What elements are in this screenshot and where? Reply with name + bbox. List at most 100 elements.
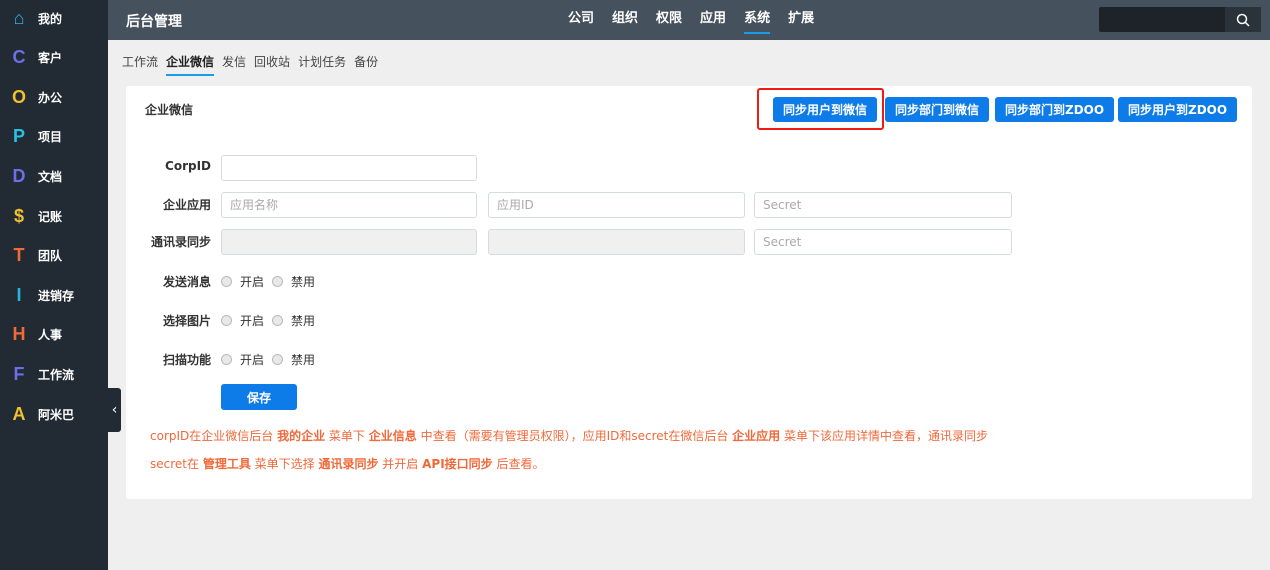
radio-disable[interactable]: 禁用: [272, 312, 315, 329]
help-note-line-2: secret在 管理工具 菜单下选择 通讯录同步 并开启 API接口同步 后查看…: [150, 455, 545, 472]
note-text: 并开启: [378, 457, 423, 471]
radio-label: 开启: [240, 353, 265, 367]
radio-label: 开启: [240, 314, 265, 328]
sub-nav-tab[interactable]: 回收站: [254, 53, 290, 76]
sidebar-item-label: 我的: [38, 11, 63, 26]
sub-nav-tab[interactable]: 企业微信: [166, 53, 215, 76]
corpid-label: CorpID: [165, 159, 211, 173]
sidebar-icon: C: [12, 47, 26, 68]
sidebar-item-label: 项目: [38, 130, 63, 145]
sidebar-icon: ⌂: [13, 7, 25, 28]
search-icon: [1236, 13, 1250, 27]
note-bold: 企业信息: [368, 429, 417, 443]
radio-enable[interactable]: 开启: [221, 312, 264, 329]
contacts-secret-input[interactable]: Secret: [754, 229, 1012, 255]
radio-label: 禁用: [291, 314, 316, 328]
sync-users-to-zdoo-button[interactable]: 同步用户到ZDOO: [1118, 97, 1238, 122]
radio-circle[interactable]: [221, 276, 232, 287]
sidebar-item-label: 进销存: [38, 288, 75, 303]
radio-circle[interactable]: [272, 315, 283, 326]
sidebar-item-label: 办公: [38, 90, 63, 105]
sidebar-item[interactable]: A 阿米巴: [0, 396, 108, 432]
sub-nav-tab[interactable]: 发信: [222, 53, 246, 76]
sidebar-icon: T: [13, 245, 25, 266]
app-label: 企业应用: [162, 198, 211, 212]
radio-circle[interactable]: [221, 354, 232, 365]
search-box[interactable]: [1099, 7, 1261, 32]
sidebar-item-label: 记账: [38, 209, 63, 224]
sidebar-icon: H: [12, 324, 26, 345]
sub-nav-tab[interactable]: 工作流: [122, 53, 158, 76]
sidebar-item[interactable]: T 团队: [0, 238, 108, 274]
contacts-disabled-input-2: [488, 229, 745, 255]
note-bold: API接口同步: [422, 457, 493, 471]
app-secret-input[interactable]: Secret: [754, 192, 1012, 218]
corpid-input[interactable]: [221, 155, 477, 181]
note-text: 菜单下该应用详情中查看，通讯录同步: [780, 429, 989, 443]
sidebar-item[interactable]: D 文档: [0, 158, 108, 194]
search-button[interactable]: [1225, 7, 1261, 32]
sidebar: ⌂ 我的 C 客户 O 办公 P 项目 D 文档 $ 记账 T 团队 I 进销存 H 人事 F 工作流 A 阿米巴: [0, 0, 108, 570]
sidebar-icon: D: [12, 165, 26, 186]
sidebar-item-label: 人事: [38, 328, 63, 343]
top-nav-item[interactable]: 组织: [612, 0, 638, 40]
top-nav: 公司 组织 权限 应用 系统 扩展: [568, 0, 832, 40]
sync-users-to-wechat-button[interactable]: 同步用户到微信: [773, 97, 878, 122]
note-text: 中查看（需要有管理员权限），应用ID和secret在微信后台: [416, 429, 733, 443]
sidebar-item[interactable]: ⌂ 我的: [0, 0, 108, 36]
sidebar-item[interactable]: F 工作流: [0, 356, 108, 392]
radio-label: 开启: [240, 275, 265, 289]
sidebar-icon: F: [13, 363, 25, 384]
note-text: 后查看。: [492, 457, 545, 471]
collapse-sidebar-button[interactable]: ‹: [108, 388, 121, 432]
top-nav-item[interactable]: 系统: [744, 0, 771, 40]
contacts-sync-label: 通讯录同步: [150, 235, 211, 249]
chevron-left-icon: ‹: [111, 402, 118, 418]
app-id-input[interactable]: 应用ID: [488, 192, 745, 218]
top-nav-item[interactable]: 应用: [700, 0, 726, 40]
note-bold: 我的企业: [277, 429, 326, 443]
radio-enable[interactable]: 开启: [221, 273, 264, 290]
note-bold: 企业应用: [732, 429, 781, 443]
sidebar-icon: I: [16, 284, 22, 305]
sub-nav-tab[interactable]: 计划任务: [298, 53, 346, 76]
sync-depts-to-wechat-button[interactable]: 同步部门到微信: [885, 97, 990, 122]
app-name-input[interactable]: 应用名称: [221, 192, 477, 218]
sidebar-item[interactable]: H 人事: [0, 317, 108, 353]
sidebar-item-label: 团队: [38, 249, 63, 264]
sidebar-item-label: 客户: [38, 51, 63, 66]
radio-enable[interactable]: 开启: [221, 351, 264, 368]
note-text: corpID在企业微信后台: [150, 429, 278, 443]
radio-disable[interactable]: 禁用: [272, 351, 315, 368]
sidebar-item[interactable]: C 客户: [0, 40, 108, 76]
save-button[interactable]: 保存: [221, 384, 297, 410]
sidebar-item[interactable]: I 进销存: [0, 277, 108, 313]
contacts-disabled-input-1: [221, 229, 477, 255]
radio-circle[interactable]: [272, 276, 283, 287]
sidebar-icon: $: [13, 205, 24, 226]
app-title: 后台管理: [126, 14, 182, 30]
note-text: secret在: [150, 457, 203, 471]
sidebar-item-label: 文档: [38, 169, 63, 184]
radio-label: 禁用: [291, 275, 316, 289]
sub-nav-tab[interactable]: 备份: [354, 53, 378, 76]
sidebar-item[interactable]: O 办公: [0, 79, 108, 115]
top-nav-item[interactable]: 权限: [656, 0, 682, 40]
radio-disable[interactable]: 禁用: [272, 273, 315, 290]
radio-circle[interactable]: [272, 354, 283, 365]
radio-label: 禁用: [291, 353, 316, 367]
radio-group-label: 发送消息: [162, 275, 211, 289]
sidebar-item[interactable]: P 项目: [0, 119, 108, 155]
top-nav-item[interactable]: 扩展: [788, 0, 814, 40]
sidebar-icon: P: [12, 126, 25, 147]
sync-depts-to-zdoo-button[interactable]: 同步部门到ZDOO: [995, 97, 1115, 122]
note-bold: 通讯录同步: [318, 457, 379, 471]
wechat-settings-panel: 企业微信 同步用户到微信 同步部门到微信 同步部门到ZDOO 同步用户到ZDOO…: [126, 86, 1252, 499]
sidebar-item[interactable]: $ 记账: [0, 198, 108, 234]
note-text: 菜单下: [325, 429, 369, 443]
help-note-line-1: corpID在企业微信后台 我的企业 菜单下 企业信息 中查看（需要有管理员权限…: [150, 427, 988, 444]
radio-circle[interactable]: [221, 315, 232, 326]
radio-group-label: 扫描功能: [162, 353, 211, 367]
top-nav-item[interactable]: 公司: [568, 0, 594, 40]
note-bold: 管理工具: [202, 457, 251, 471]
